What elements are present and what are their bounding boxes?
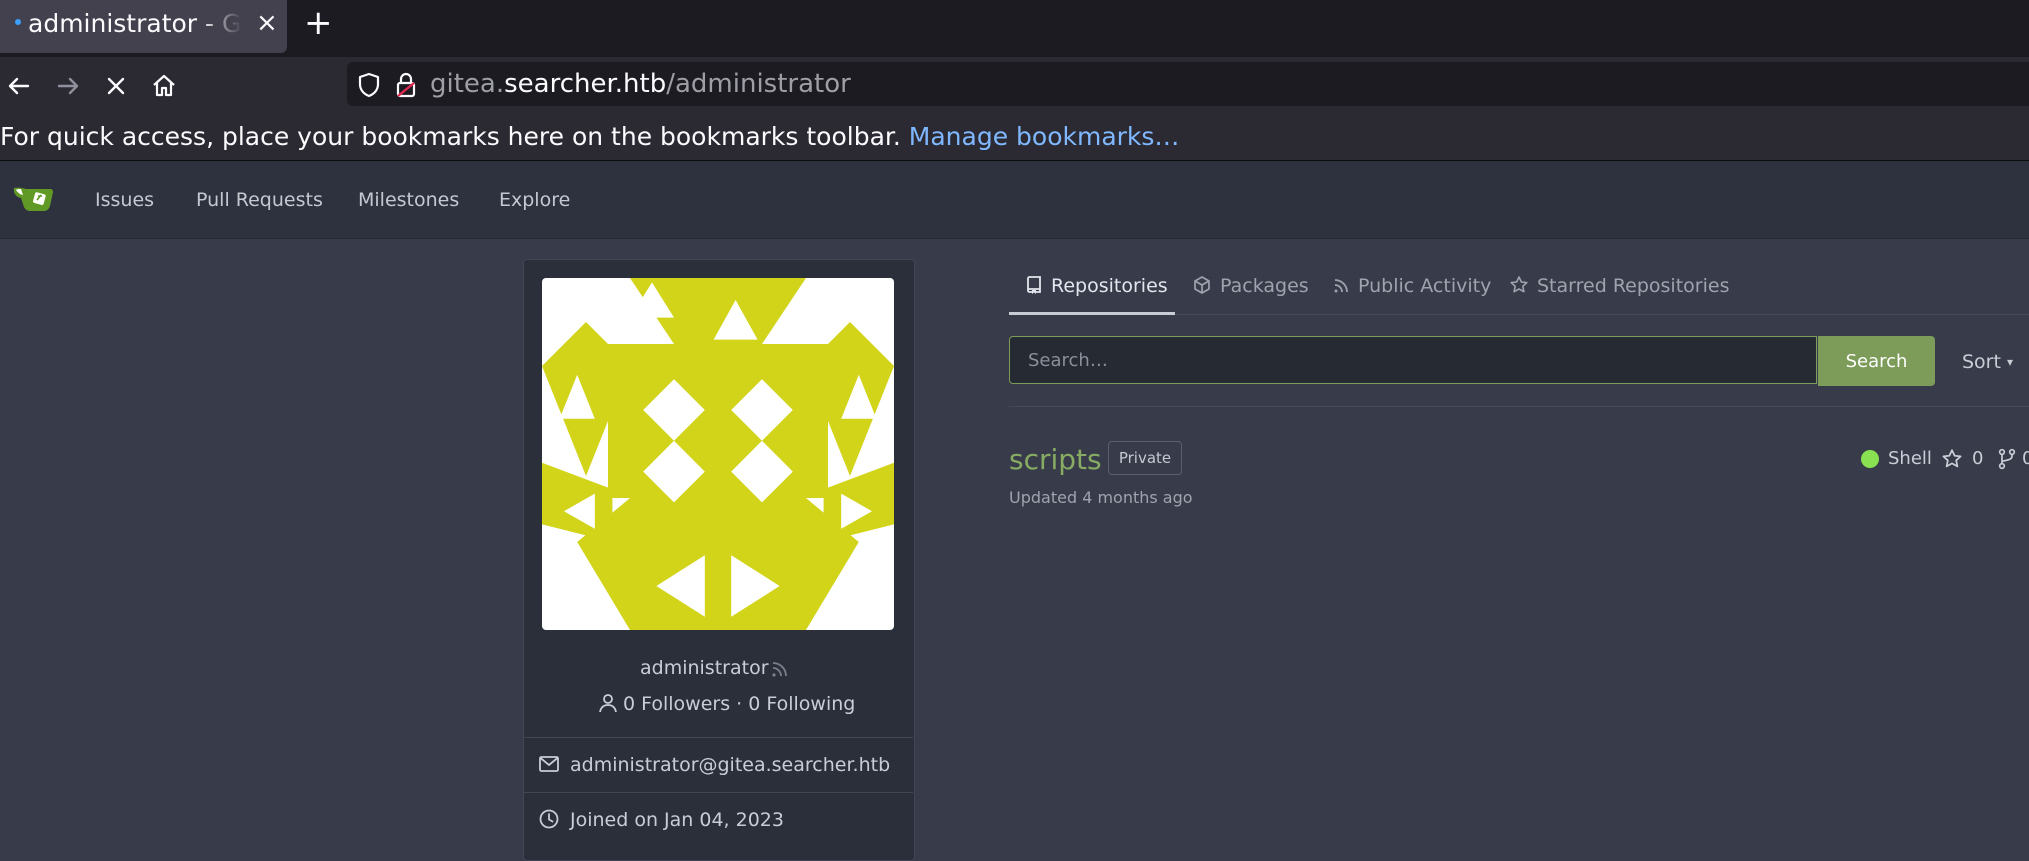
rss-icon xyxy=(1334,279,1348,293)
profile-username: administrator xyxy=(640,657,769,679)
active-tab-indicator xyxy=(1009,312,1175,315)
tab-starred-repositories[interactable]: Starred Repositories xyxy=(1509,274,1729,298)
tab-repositories-label: Repositories xyxy=(1051,275,1168,297)
url-host-prefix: gitea. xyxy=(430,69,505,99)
avatar xyxy=(542,278,894,630)
sort-dropdown[interactable]: Sort ▾ xyxy=(1962,350,2013,374)
followers-text: 0 Followers · 0 Following xyxy=(623,693,856,715)
nav-issues[interactable]: Issues xyxy=(95,188,154,212)
mail-icon xyxy=(539,756,559,772)
url-path: /administrator xyxy=(666,69,851,99)
tab-packages[interactable]: Packages xyxy=(1192,274,1309,298)
tab-loading-indicator-icon xyxy=(15,19,21,25)
manage-bookmarks-link[interactable]: Manage bookmarks… xyxy=(909,122,1180,151)
identicon-image xyxy=(542,278,894,630)
stop-icon[interactable] xyxy=(101,71,131,101)
lock-icon[interactable] xyxy=(392,70,420,100)
nav-pull-requests[interactable]: Pull Requests xyxy=(196,188,323,212)
new-tab-button[interactable]: + xyxy=(304,5,333,41)
tab-public-activity[interactable]: Public Activity xyxy=(1332,274,1491,298)
tab-repositories[interactable]: Repositories xyxy=(1025,274,1168,298)
repo-language: Shell xyxy=(1888,448,1932,469)
language-color-dot xyxy=(1861,450,1879,468)
url-host: searcher.htb xyxy=(504,69,667,99)
profile-joined: Joined on Jan 04, 2023 xyxy=(570,809,784,831)
chevron-down-icon: ▾ xyxy=(2007,355,2014,369)
shield-icon[interactable] xyxy=(355,71,383,99)
search-button[interactable]: Search xyxy=(1818,336,1935,386)
star-icon xyxy=(1510,276,1528,293)
home-icon[interactable] xyxy=(149,71,179,101)
forward-icon[interactable] xyxy=(53,71,83,101)
bookmarks-message: For quick access, place your bookmarks h… xyxy=(0,121,1179,153)
sort-label: Sort xyxy=(1962,351,2001,373)
person-icon xyxy=(599,694,617,713)
list-divider xyxy=(1009,406,2029,407)
nav-explore[interactable]: Explore xyxy=(499,188,570,212)
browser-tab[interactable]: administrator - Gitea × xyxy=(0,0,287,53)
repo-search-input[interactable] xyxy=(1009,336,1817,384)
nav-milestones[interactable]: Milestones xyxy=(358,188,459,212)
card-divider xyxy=(524,737,913,738)
profile-email[interactable]: administrator@gitea.searcher.htb xyxy=(570,754,890,776)
clock-icon xyxy=(539,809,559,829)
url-text[interactable]: gitea.searcher.htb/administrator xyxy=(430,68,851,100)
repo-stars-count[interactable]: 0 xyxy=(1972,447,1983,471)
repo-updated: Updated 4 months ago xyxy=(1009,488,1193,507)
tab-close-icon[interactable]: × xyxy=(256,8,278,38)
tab-title: administrator - Gitea xyxy=(28,9,242,38)
tab-packages-label: Packages xyxy=(1220,275,1309,297)
package-icon xyxy=(1194,276,1210,294)
rss-feed-icon[interactable] xyxy=(770,659,790,679)
fork-icon[interactable] xyxy=(1997,448,2017,470)
star-icon[interactable] xyxy=(1941,448,1963,470)
back-icon[interactable] xyxy=(4,71,34,101)
card-divider xyxy=(524,792,913,793)
profile-email-row: administrator@gitea.searcher.htb xyxy=(538,752,890,778)
profile-followers[interactable]: 0 Followers · 0 Following xyxy=(597,691,855,717)
profile-joined-row: Joined on Jan 04, 2023 xyxy=(538,807,784,833)
tab-public-activity-label: Public Activity xyxy=(1358,275,1492,297)
tab-starred-label: Starred Repositories xyxy=(1537,275,1730,297)
repo-forks-count[interactable]: 0 xyxy=(2022,447,2029,471)
private-badge: Private xyxy=(1108,441,1182,475)
bookmarks-hint: For quick access, place your bookmarks h… xyxy=(0,122,901,151)
gitea-logo-icon[interactable] xyxy=(12,182,56,214)
repo-icon xyxy=(1027,276,1041,294)
repo-name-link[interactable]: scripts xyxy=(1009,442,1102,478)
